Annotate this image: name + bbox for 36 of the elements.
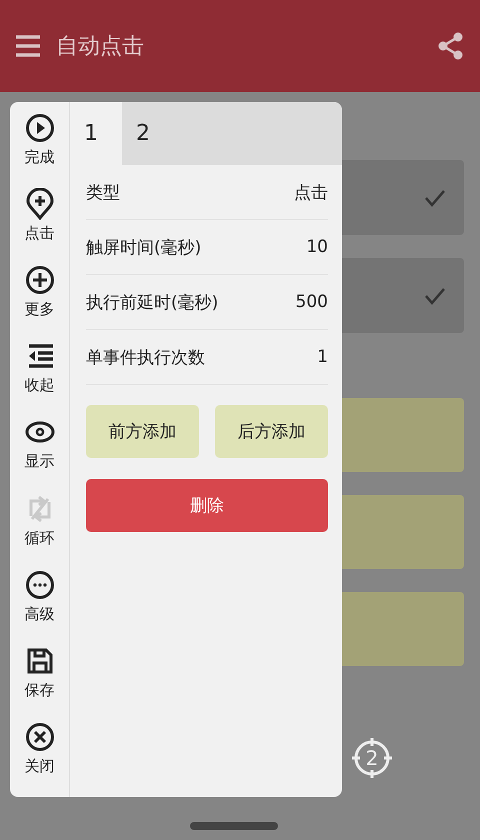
- tab[interactable]: 2: [122, 102, 174, 165]
- toolbar-button[interactable]: 点击: [24, 188, 56, 264]
- settings-row[interactable]: [342, 160, 464, 235]
- home-indicator[interactable]: [190, 822, 278, 830]
- field-value[interactable]: 1: [317, 347, 328, 367]
- toolbar-button[interactable]: 更多: [24, 264, 56, 340]
- delete-button[interactable]: 删除: [86, 479, 328, 532]
- more-icon: [24, 568, 56, 601]
- toolbar-button[interactable]: 显示: [24, 416, 56, 493]
- settings-row[interactable]: [342, 258, 464, 333]
- app-title: 自动点击: [56, 33, 144, 61]
- action-card[interactable]: [342, 398, 464, 472]
- plus-icon: [24, 264, 56, 296]
- toolbar-button[interactable]: 收起: [24, 340, 56, 416]
- action-card[interactable]: [342, 592, 464, 666]
- toolbar-button[interactable]: 保存: [24, 644, 56, 721]
- field-label: 触屏时间(毫秒): [86, 236, 202, 258]
- toolbar-button[interactable]: 高级: [24, 568, 56, 645]
- add-button[interactable]: 前方添加: [86, 405, 199, 458]
- field-label: 单事件执行次数: [86, 346, 205, 368]
- play-icon: [24, 112, 56, 144]
- field-value[interactable]: 10: [306, 237, 328, 257]
- add-button[interactable]: 后方添加: [215, 405, 328, 458]
- field-value[interactable]: 点击: [294, 180, 328, 204]
- field-value[interactable]: 500: [296, 292, 328, 312]
- field-label: 类型: [86, 182, 120, 204]
- field-label: 执行前延时(毫秒): [86, 292, 218, 314]
- action-card[interactable]: [342, 495, 464, 569]
- location-pin-icon: [24, 188, 56, 220]
- close-icon: [24, 720, 56, 753]
- toolbar-button[interactable]: 完成: [24, 112, 56, 188]
- target-marker-icon[interactable]: [352, 738, 392, 778]
- menu-icon[interactable]: [16, 35, 40, 57]
- share-icon[interactable]: [438, 32, 464, 60]
- marker-number: 2: [364, 746, 380, 770]
- toolbar-button[interactable]: 关闭: [24, 720, 56, 797]
